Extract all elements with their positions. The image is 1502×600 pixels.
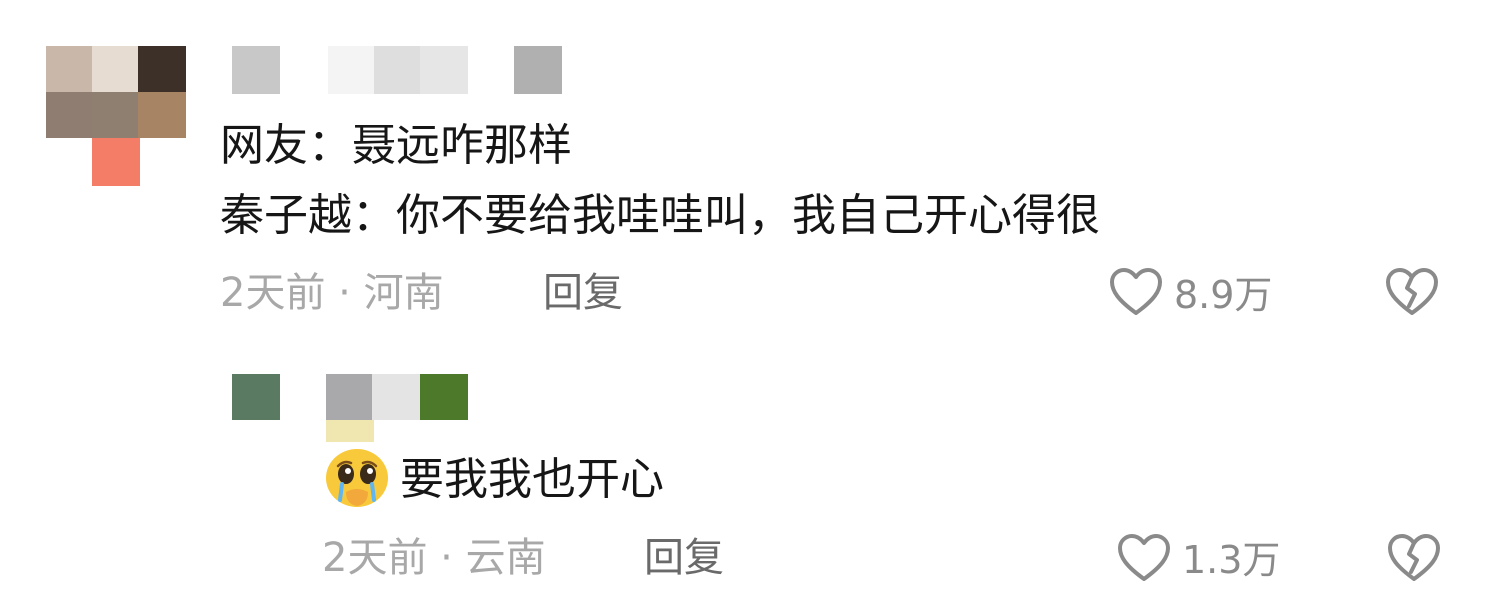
broken-heart-icon — [1386, 532, 1442, 584]
heart-outline-icon — [1116, 532, 1172, 584]
reply-like-button[interactable] — [1116, 532, 1172, 584]
reply-avatar[interactable] — [232, 374, 280, 420]
reply-text: 要我我也开心 — [400, 454, 664, 505]
broken-heart-icon — [1384, 266, 1440, 318]
reply-dislike-button[interactable] — [1386, 532, 1442, 584]
reply-like-count: 1.3万 — [1182, 538, 1281, 582]
like-count: 8.9万 — [1174, 273, 1273, 317]
reply-reply-button[interactable]: 回复 — [644, 538, 724, 578]
reply-button[interactable]: 回复 — [543, 273, 623, 313]
comment-meta: 2天前 · 河南 — [220, 270, 444, 316]
heart-outline-icon — [1108, 266, 1164, 318]
comment-text-line-1: 网友：聂远咋那样 — [220, 120, 572, 171]
like-button[interactable] — [1108, 266, 1164, 318]
comment-text-line-2: 秦子越：你不要给我哇哇叫，我自己开心得很 — [220, 190, 1100, 241]
reply-username[interactable] — [326, 374, 468, 442]
emoji-icon — [322, 446, 392, 514]
dislike-button[interactable] — [1384, 266, 1440, 318]
reply-meta: 2天前 · 云南 — [322, 535, 546, 581]
username[interactable] — [232, 46, 564, 94]
avatar[interactable] — [46, 46, 186, 188]
